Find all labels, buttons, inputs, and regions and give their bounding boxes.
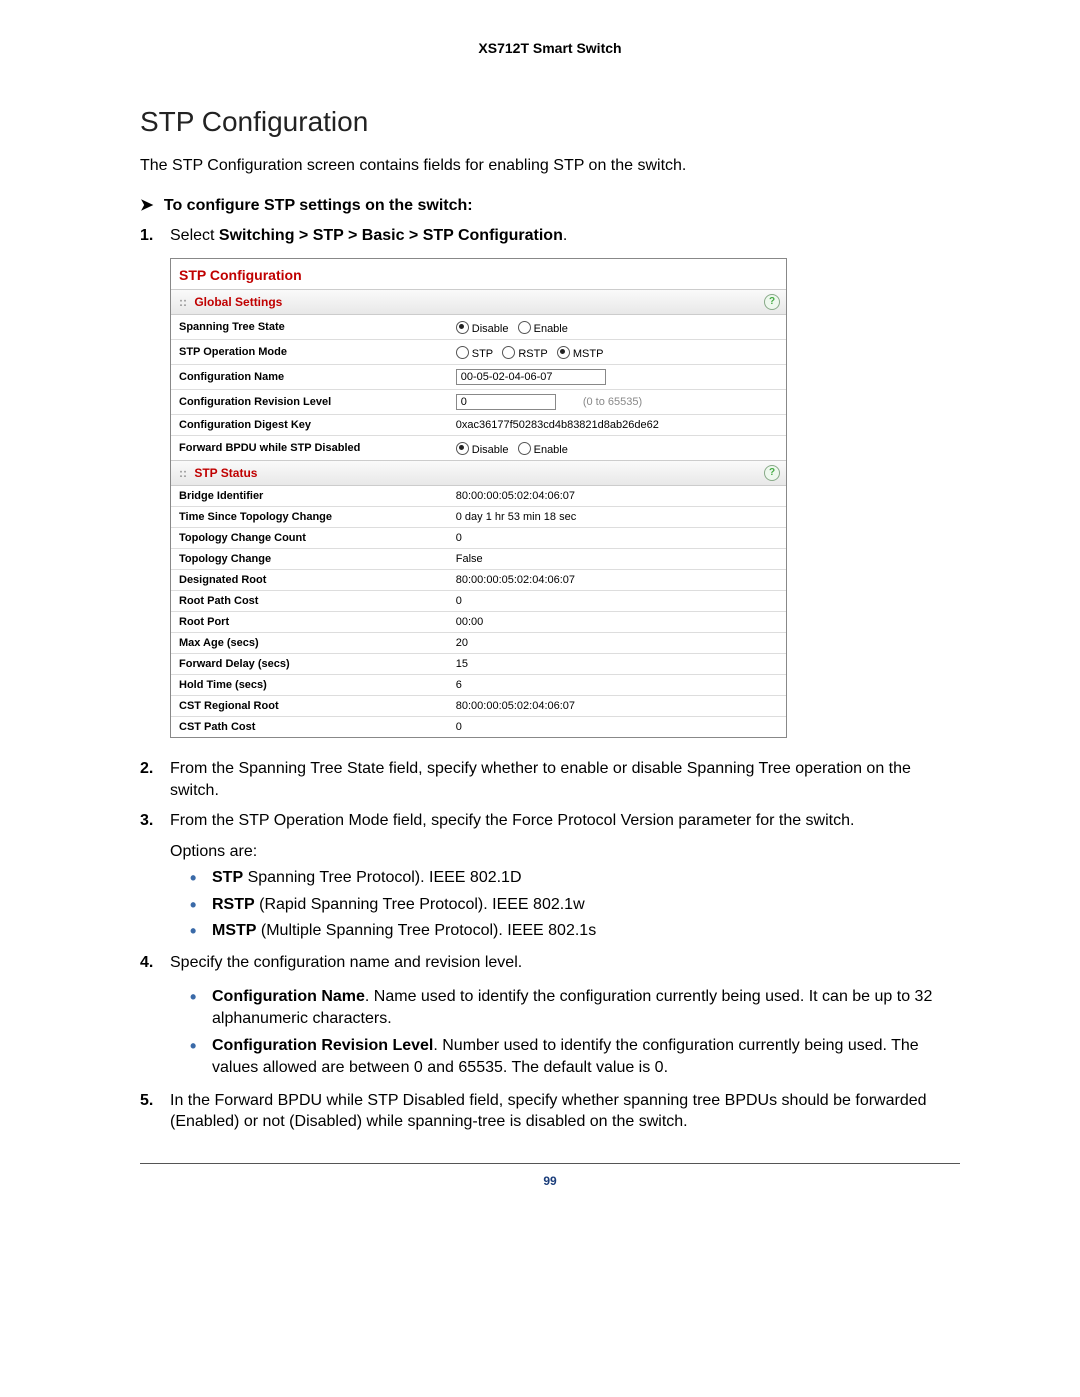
time-l: Time Since Topology Change xyxy=(171,507,448,528)
step-3: 3.From the STP Operation Mode field, spe… xyxy=(140,810,960,832)
step1-bold: Switching > STP > Basic > STP Configurat… xyxy=(219,227,563,244)
global-header-text: Global Settings xyxy=(194,295,282,309)
fwd-enable-radio[interactable]: Enable xyxy=(518,440,568,456)
fwd-bpdu-value: Disable Enable xyxy=(448,436,786,461)
time-v: 0 day 1 hr 53 min 18 sec xyxy=(448,507,786,528)
step-2: 2.From the Spanning Tree State field, sp… xyxy=(140,758,960,801)
rev-level-input[interactable]: 0 xyxy=(456,394,556,410)
bridge-id-v: 80:00:00:05:02:04:06:07 xyxy=(448,486,786,507)
spanning-disable-radio[interactable]: Disable xyxy=(456,319,509,335)
stp-config-panel: STP Configuration :: Global Settings ? S… xyxy=(170,258,787,738)
cstcost-v: 0 xyxy=(448,717,786,738)
hold-v: 6 xyxy=(448,675,786,696)
cstroot-v: 80:00:00:05:02:04:06:07 xyxy=(448,696,786,717)
mode-stp-radio[interactable]: STP xyxy=(456,344,493,360)
fwd-bpdu-label: Forward BPDU while STP Disabled xyxy=(171,436,448,461)
desroot-l: Designated Root xyxy=(171,570,448,591)
maxage-l: Max Age (secs) xyxy=(171,633,448,654)
rootport-l: Root Port xyxy=(171,612,448,633)
help-icon[interactable]: ? xyxy=(764,465,780,481)
product-header: XS712T Smart Switch xyxy=(140,40,960,56)
fwddelay-l: Forward Delay (secs) xyxy=(171,654,448,675)
rootcost-l: Root Path Cost xyxy=(171,591,448,612)
grip-icon: :: xyxy=(179,466,187,480)
section-intro: The STP Configuration screen contains fi… xyxy=(140,156,960,177)
step1-prefix: Select xyxy=(170,227,219,244)
digest-label: Configuration Digest Key xyxy=(171,415,448,436)
option-mstp: MSTP (Multiple Spanning Tree Protocol). … xyxy=(190,920,960,942)
rootport-v: 00:00 xyxy=(448,612,786,633)
subhead: ➤ To configure STP settings on the switc… xyxy=(140,195,960,215)
option-rstp: RSTP (Rapid Spanning Tree Protocol). IEE… xyxy=(190,894,960,916)
page-number: 99 xyxy=(140,1163,960,1188)
step-4: 4.Specify the configuration name and rev… xyxy=(140,952,960,974)
help-icon[interactable]: ? xyxy=(764,294,780,310)
disable-label: Disable xyxy=(472,323,509,335)
cstcost-l: CST Path Cost xyxy=(171,717,448,738)
rev-level-hint: (0 to 65535) xyxy=(583,396,642,408)
option-stp: STP Spanning Tree Protocol). IEEE 802.1D xyxy=(190,867,960,889)
status-header-text: STP Status xyxy=(194,466,257,480)
config-rev-desc: Configuration Revision Level. Number use… xyxy=(190,1035,960,1080)
stp-status-header: :: STP Status ? xyxy=(171,460,786,486)
op-mode-value: STP RSTP MSTP xyxy=(448,340,786,365)
step1-suffix: . xyxy=(563,227,567,244)
step-1: 1. Select Switching > STP > Basic > STP … xyxy=(140,225,960,247)
op-mode-label: STP Operation Mode xyxy=(171,340,448,365)
rev-level-label: Configuration Revision Level xyxy=(171,390,448,415)
mode-stp-label: STP xyxy=(472,348,493,360)
cstroot-l: CST Regional Root xyxy=(171,696,448,717)
section-title: STP Configuration xyxy=(140,106,960,138)
count-l: Topology Change Count xyxy=(171,528,448,549)
desroot-v: 80:00:00:05:02:04:06:07 xyxy=(448,570,786,591)
spanning-state-label: Spanning Tree State xyxy=(171,315,448,340)
fwd-enable-label: Enable xyxy=(534,444,568,456)
spanning-enable-radio[interactable]: Enable xyxy=(518,319,568,335)
digest-value: 0xac36177f50283cd4b83821d8ab26de62 xyxy=(448,415,786,436)
arrow-icon: ➤ xyxy=(140,195,153,215)
change-l: Topology Change xyxy=(171,549,448,570)
enable-label: Enable xyxy=(534,323,568,335)
mode-rstp-label: RSTP xyxy=(518,348,547,360)
config-name-label: Configuration Name xyxy=(171,365,448,390)
options-label: Options are: xyxy=(170,843,960,861)
maxage-v: 20 xyxy=(448,633,786,654)
config-name-desc: Configuration Name. Name used to identif… xyxy=(190,986,960,1031)
global-settings-header: :: Global Settings ? xyxy=(171,290,786,315)
change-v: False xyxy=(448,549,786,570)
step-5: 5.In the Forward BPDU while STP Disabled… xyxy=(140,1090,960,1133)
fwd-disable-label: Disable xyxy=(472,444,509,456)
global-settings-table: Spanning Tree State Disable Enable STP O… xyxy=(171,315,786,460)
bridge-id-l: Bridge Identifier xyxy=(171,486,448,507)
subhead-text: To configure STP settings on the switch: xyxy=(164,197,473,214)
panel-title: STP Configuration xyxy=(171,259,786,290)
fwd-disable-radio[interactable]: Disable xyxy=(456,440,509,456)
mode-rstp-radio[interactable]: RSTP xyxy=(502,344,547,360)
count-v: 0 xyxy=(448,528,786,549)
mode-mstp-radio[interactable]: MSTP xyxy=(557,344,604,360)
spanning-state-value: Disable Enable xyxy=(448,315,786,340)
fwddelay-v: 15 xyxy=(448,654,786,675)
rootcost-v: 0 xyxy=(448,591,786,612)
grip-icon: :: xyxy=(179,295,187,309)
mode-mstp-label: MSTP xyxy=(573,348,604,360)
stp-status-table: Bridge Identifier80:00:00:05:02:04:06:07… xyxy=(171,486,786,737)
hold-l: Hold Time (secs) xyxy=(171,675,448,696)
config-name-input[interactable]: 00-05-02-04-06-07 xyxy=(456,369,606,385)
